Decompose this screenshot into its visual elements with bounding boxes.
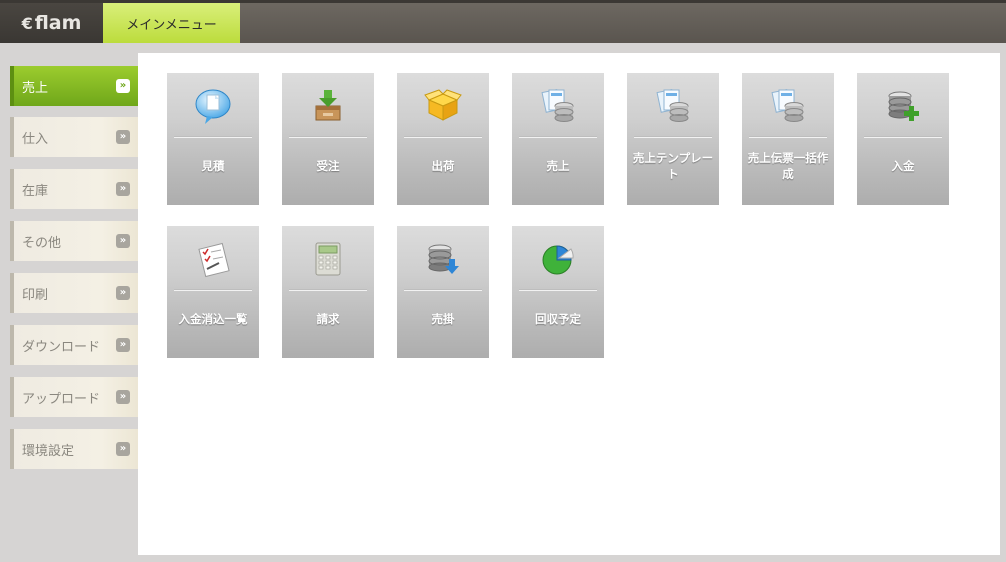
tile-divider bbox=[289, 137, 367, 138]
tile-receivables[interactable]: 売掛 bbox=[397, 226, 489, 358]
tile-shipping[interactable]: 出荷 bbox=[397, 73, 489, 205]
tile-label: 見積 bbox=[201, 159, 225, 173]
tile-divider bbox=[289, 290, 367, 291]
tile-label: 入金 bbox=[891, 159, 915, 173]
main-panel: 見積 受注 出荷 売上 売上テンプレート 売上伝票一括作成 入金 入金消込一覧 … bbox=[138, 53, 1000, 555]
sidebar-item-label: 在庫 bbox=[22, 183, 49, 199]
top-bar: € flam メインメニュー bbox=[0, 0, 1006, 43]
sidebar-item-label: 環境設定 bbox=[22, 443, 75, 459]
chevron-right-icon: » bbox=[116, 182, 130, 196]
app-logo[interactable]: € flam bbox=[0, 3, 103, 43]
tile-divider bbox=[174, 290, 252, 291]
tile-label: 売掛 bbox=[431, 312, 455, 326]
sidebar-item-label: 印刷 bbox=[22, 287, 49, 303]
pie-chart-icon bbox=[512, 232, 604, 286]
database-download-icon bbox=[397, 232, 489, 286]
tab-main-menu[interactable]: メインメニュー bbox=[103, 3, 240, 43]
chevron-right-icon: » bbox=[116, 338, 130, 352]
tile-divider bbox=[519, 137, 597, 138]
tile-label: 入金消込一覧 bbox=[178, 312, 248, 326]
open-box-icon bbox=[397, 79, 489, 133]
documents-database-icon bbox=[627, 79, 719, 133]
tile-collection-schedule[interactable]: 回収予定 bbox=[512, 226, 604, 358]
chevron-right-icon: » bbox=[116, 79, 130, 93]
tile-sales-batch-create[interactable]: 売上伝票一括作成 bbox=[742, 73, 834, 205]
tile-label: 出荷 bbox=[431, 159, 455, 173]
c-logo-icon: € bbox=[21, 13, 33, 33]
tile-sales[interactable]: 売上 bbox=[512, 73, 604, 205]
sidebar-item-label: アップロード bbox=[22, 391, 101, 407]
tile-quote[interactable]: 見積 bbox=[167, 73, 259, 205]
chevron-right-icon: » bbox=[116, 390, 130, 404]
tile-sales-template[interactable]: 売上テンプレート bbox=[627, 73, 719, 205]
sidebar-item-other[interactable]: その他 » bbox=[10, 221, 138, 261]
tile-payment-reconcile-list[interactable]: 入金消込一覧 bbox=[167, 226, 259, 358]
tile-label: 回収予定 bbox=[535, 312, 581, 326]
sidebar-item-upload[interactable]: アップロード » bbox=[10, 377, 138, 417]
tile-divider bbox=[404, 290, 482, 291]
sidebar-item-label: 売上 bbox=[22, 80, 49, 96]
tile-divider bbox=[174, 137, 252, 138]
sidebar-item-label: ダウンロード bbox=[22, 339, 101, 355]
logo-text: flam bbox=[34, 12, 82, 34]
tile-label: 売上伝票一括作成 bbox=[747, 151, 829, 181]
chevron-right-icon: » bbox=[116, 234, 130, 248]
chevron-right-icon: » bbox=[116, 130, 130, 144]
speech-document-icon bbox=[167, 79, 259, 133]
sidebar-item-label: 仕入 bbox=[22, 131, 49, 147]
documents-database-icon bbox=[742, 79, 834, 133]
tile-divider bbox=[634, 137, 712, 138]
tile-billing[interactable]: 請求 bbox=[282, 226, 374, 358]
chevron-right-icon: » bbox=[116, 442, 130, 456]
documents-database-icon bbox=[512, 79, 604, 133]
inbox-download-icon bbox=[282, 79, 374, 133]
checklist-icon bbox=[167, 232, 259, 286]
tile-divider bbox=[519, 290, 597, 291]
tile-divider bbox=[749, 137, 827, 138]
sidebar-item-sales[interactable]: 売上 » bbox=[10, 66, 138, 106]
sidebar-item-print[interactable]: 印刷 » bbox=[10, 273, 138, 313]
tile-label: 請求 bbox=[316, 312, 340, 326]
chevron-right-icon: » bbox=[116, 286, 130, 300]
sidebar-item-inventory[interactable]: 在庫 » bbox=[10, 169, 138, 209]
sidebar-item-purchase[interactable]: 仕入 » bbox=[10, 117, 138, 157]
database-add-icon bbox=[857, 79, 949, 133]
tile-payment[interactable]: 入金 bbox=[857, 73, 949, 205]
tile-label: 売上 bbox=[546, 159, 570, 173]
tile-label: 売上テンプレート bbox=[632, 151, 714, 181]
sidebar-item-download[interactable]: ダウンロード » bbox=[10, 325, 138, 365]
calculator-icon bbox=[282, 232, 374, 286]
sidebar-item-settings[interactable]: 環境設定 » bbox=[10, 429, 138, 469]
sidebar-item-label: その他 bbox=[22, 235, 62, 251]
tile-label: 受注 bbox=[316, 159, 340, 173]
tile-divider bbox=[864, 137, 942, 138]
tile-divider bbox=[404, 137, 482, 138]
tile-order[interactable]: 受注 bbox=[282, 73, 374, 205]
content-gap bbox=[0, 43, 1006, 53]
